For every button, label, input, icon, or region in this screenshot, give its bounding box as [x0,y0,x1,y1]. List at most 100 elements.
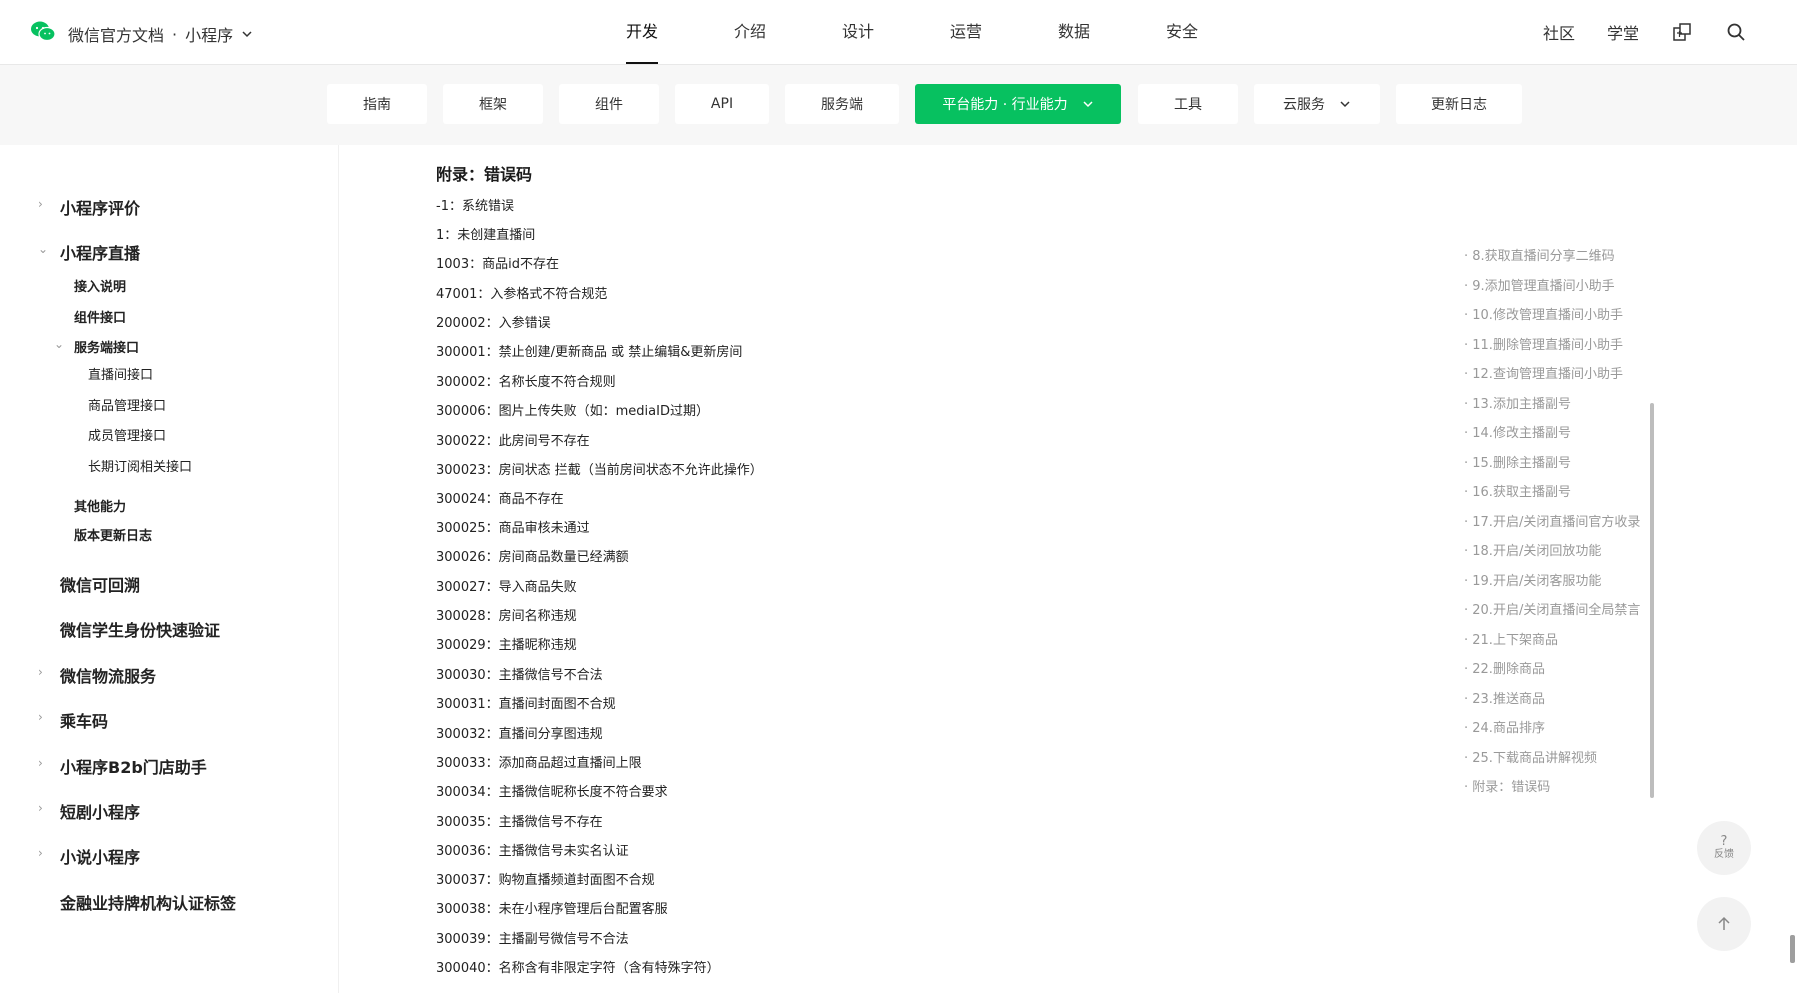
sidebar-item-other-capability[interactable]: 其他能力 [74,496,126,515]
error-code-item: 300035：主播微信号不存在 [436,815,603,830]
error-code-item: 300001：禁止创建/更新商品 或 禁止编辑&更新房间 [436,345,743,360]
sidebar-item-student-verify[interactable]: 微信学生身份快速验证 [60,617,220,641]
error-code-item: 300002：名称长度不符合规则 [436,375,616,390]
sidebar-item-room-api[interactable]: 直播间接口 [88,364,153,383]
chevron-right-icon[interactable]: › [38,665,43,679]
toc-item[interactable]: · 24.商品排序 [1464,717,1642,736]
subnav-framework[interactable]: 框架 [443,84,543,124]
subnav-server[interactable]: 服务端 [785,84,899,124]
chevron-right-icon[interactable]: › [38,197,43,211]
toc-item[interactable]: · 8.获取直播间分享二维码 [1464,245,1642,264]
subnav-api-label: API [710,96,734,112]
toc-item[interactable]: · 14.修改主播副号 [1464,422,1642,441]
arrow-up-icon [1718,916,1730,930]
search-icon[interactable] [1725,21,1747,43]
translate-icon[interactable] [1671,21,1693,43]
subnav-guide[interactable]: 指南 [327,84,427,124]
toc-item[interactable]: · 21.上下架商品 [1464,629,1642,648]
sidebar-item-subscribe-api[interactable]: 长期订阅相关接口 [88,456,192,475]
subnav-changelog[interactable]: 更新日志 [1396,84,1522,124]
brand-title[interactable]: 微信官方文档 [68,22,164,46]
subnav-tools[interactable]: 工具 [1138,84,1238,124]
subnav-components[interactable]: 组件 [559,84,659,124]
feedback-label: 反馈 [1714,849,1734,860]
brand[interactable]: 微信官方文档 · 小程序 [68,22,253,46]
chevron-down-icon[interactable] [241,28,253,40]
toc-item[interactable]: · 12.查询管理直播间小助手 [1464,363,1642,382]
community-link[interactable]: 社区 [1543,20,1575,44]
error-code-item: 300028：房间名称违规 [436,609,577,624]
sidebar-item-short-drama[interactable]: › 短剧小程序 [38,799,140,823]
toc-item[interactable]: · 16.获取主播副号 [1464,481,1642,500]
sidebar-item-label: 服务端接口 [74,341,140,356]
tab-intro[interactable]: 介绍 [696,0,804,64]
sidebar-item-b2b-assistant[interactable]: › 小程序B2b门店助手 [38,754,207,778]
toc-item[interactable]: · 10.修改管理直播间小助手 [1464,304,1642,323]
sidebar-item-label: 乘车码 [60,712,109,731]
error-code-item: 1：未创建直播间 [436,228,536,243]
tab-security[interactable]: 安全 [1128,0,1236,64]
product-selector[interactable]: 小程序 [185,22,233,46]
chevron-right-icon[interactable]: › [38,710,43,724]
toc-item[interactable]: · 22.删除商品 [1464,658,1642,677]
toc-scrollbar[interactable] [1650,403,1654,798]
tab-operation[interactable]: 运营 [912,0,1020,64]
sidebar-item-member-api[interactable]: 成员管理接口 [88,425,166,444]
tab-data[interactable]: 数据 [1020,0,1128,64]
subnav-api[interactable]: API [675,84,769,124]
brand-separator: · [172,24,178,44]
toc: · 8.获取直播间分享二维码 · 9.添加管理直播间小助手 · 10.修改管理直… [1464,210,1644,810]
error-code-item: 300029：主播昵称违规 [436,638,577,653]
error-code-item: 300036：主播微信号未实名认证 [436,844,629,859]
feedback-button[interactable]: ? 反馈 [1697,821,1751,875]
toc-item[interactable]: · 23.推送商品 [1464,688,1642,707]
error-code-item: 300033：添加商品超过直播间上限 [436,756,642,771]
chevron-right-icon[interactable]: › [38,801,43,815]
toc-item[interactable]: · 19.开启/关闭客服功能 [1464,570,1642,589]
sidebar-item-label: 小程序评价 [60,199,141,218]
subnav-platform-capability[interactable]: 平台能力 · 行业能力 [915,84,1121,124]
sidebar-item-bus-code[interactable]: › 乘车码 [38,708,109,732]
toc-item[interactable]: · 附录：错误码 [1464,776,1642,795]
error-code-item: 47001：入参格式不符合规范 [436,287,608,302]
sidebar-item-traceback[interactable]: 微信可回溯 [60,572,140,596]
chevron-down-icon[interactable]: ⌄ [38,242,48,256]
page-scrollbar[interactable] [1790,935,1795,963]
wechat-logo-icon[interactable] [30,20,56,42]
chevron-down-icon[interactable]: ⌄ [54,337,64,351]
sidebar-item-version-log[interactable]: 版本更新日志 [74,525,152,544]
toc-item[interactable]: · 15.删除主播副号 [1464,452,1642,471]
toc-item[interactable]: · 18.开启/关闭回放功能 [1464,540,1642,559]
subnav-cloud[interactable]: 云服务 [1254,84,1380,124]
sidebar-item-component-api[interactable]: 组件接口 [74,307,126,326]
toc-item[interactable]: · 17.开启/关闭直播间官方收录 [1464,511,1642,530]
sidebar-item-novel[interactable]: › 小说小程序 [38,844,141,868]
toc-item[interactable]: · 9.添加管理直播间小助手 [1464,275,1642,294]
sidebar-item-goods-api[interactable]: 商品管理接口 [88,395,166,414]
sidebar-item-label: 微信物流服务 [60,667,157,686]
sidebar-item-label: 小程序B2b门店助手 [60,758,207,777]
sidebar-item-server-api[interactable]: ⌄ 服务端接口 [54,337,140,356]
sidebar-item-logistics[interactable]: › 微信物流服务 [38,663,157,687]
error-code-item: 300023：房间状态 拦截（当前房间状态不允许此操作） [436,463,763,478]
error-code-item: 1003：商品id不存在 [436,257,559,272]
tab-develop[interactable]: 开发 [588,0,696,64]
tab-design[interactable]: 设计 [804,0,912,64]
sidebar-item-mini-program-review[interactable]: › 小程序评价 [38,195,141,219]
toc-item[interactable]: · 20.开启/关闭直播间全局禁言 [1464,599,1642,618]
sidebar-item-finance-label[interactable]: 金融业持牌机构认证标签 [60,890,236,914]
toc-item[interactable]: · 25.下载商品讲解视频 [1464,747,1642,766]
question-icon: ? [1720,834,1728,849]
error-code-item: 300040：名称含有非限定字符（含有特殊字符） [436,961,720,976]
header-right: 社区 学堂 [1543,0,1797,64]
subnav-components-label: 组件 [595,97,623,113]
chevron-right-icon[interactable]: › [38,756,43,770]
back-to-top-button[interactable] [1697,897,1751,951]
academy-link[interactable]: 学堂 [1607,20,1639,44]
sidebar-item-access-guide[interactable]: 接入说明 [74,276,126,295]
sidebar-item-live-broadcast[interactable]: ⌄ 小程序直播 [38,240,140,264]
chevron-right-icon[interactable]: › [38,846,43,860]
toc-item[interactable]: · 11.删除管理直播间小助手 [1464,334,1642,353]
toc-item[interactable]: · 13.添加主播副号 [1464,393,1642,412]
sidebar-item-label: 小说小程序 [60,848,141,867]
